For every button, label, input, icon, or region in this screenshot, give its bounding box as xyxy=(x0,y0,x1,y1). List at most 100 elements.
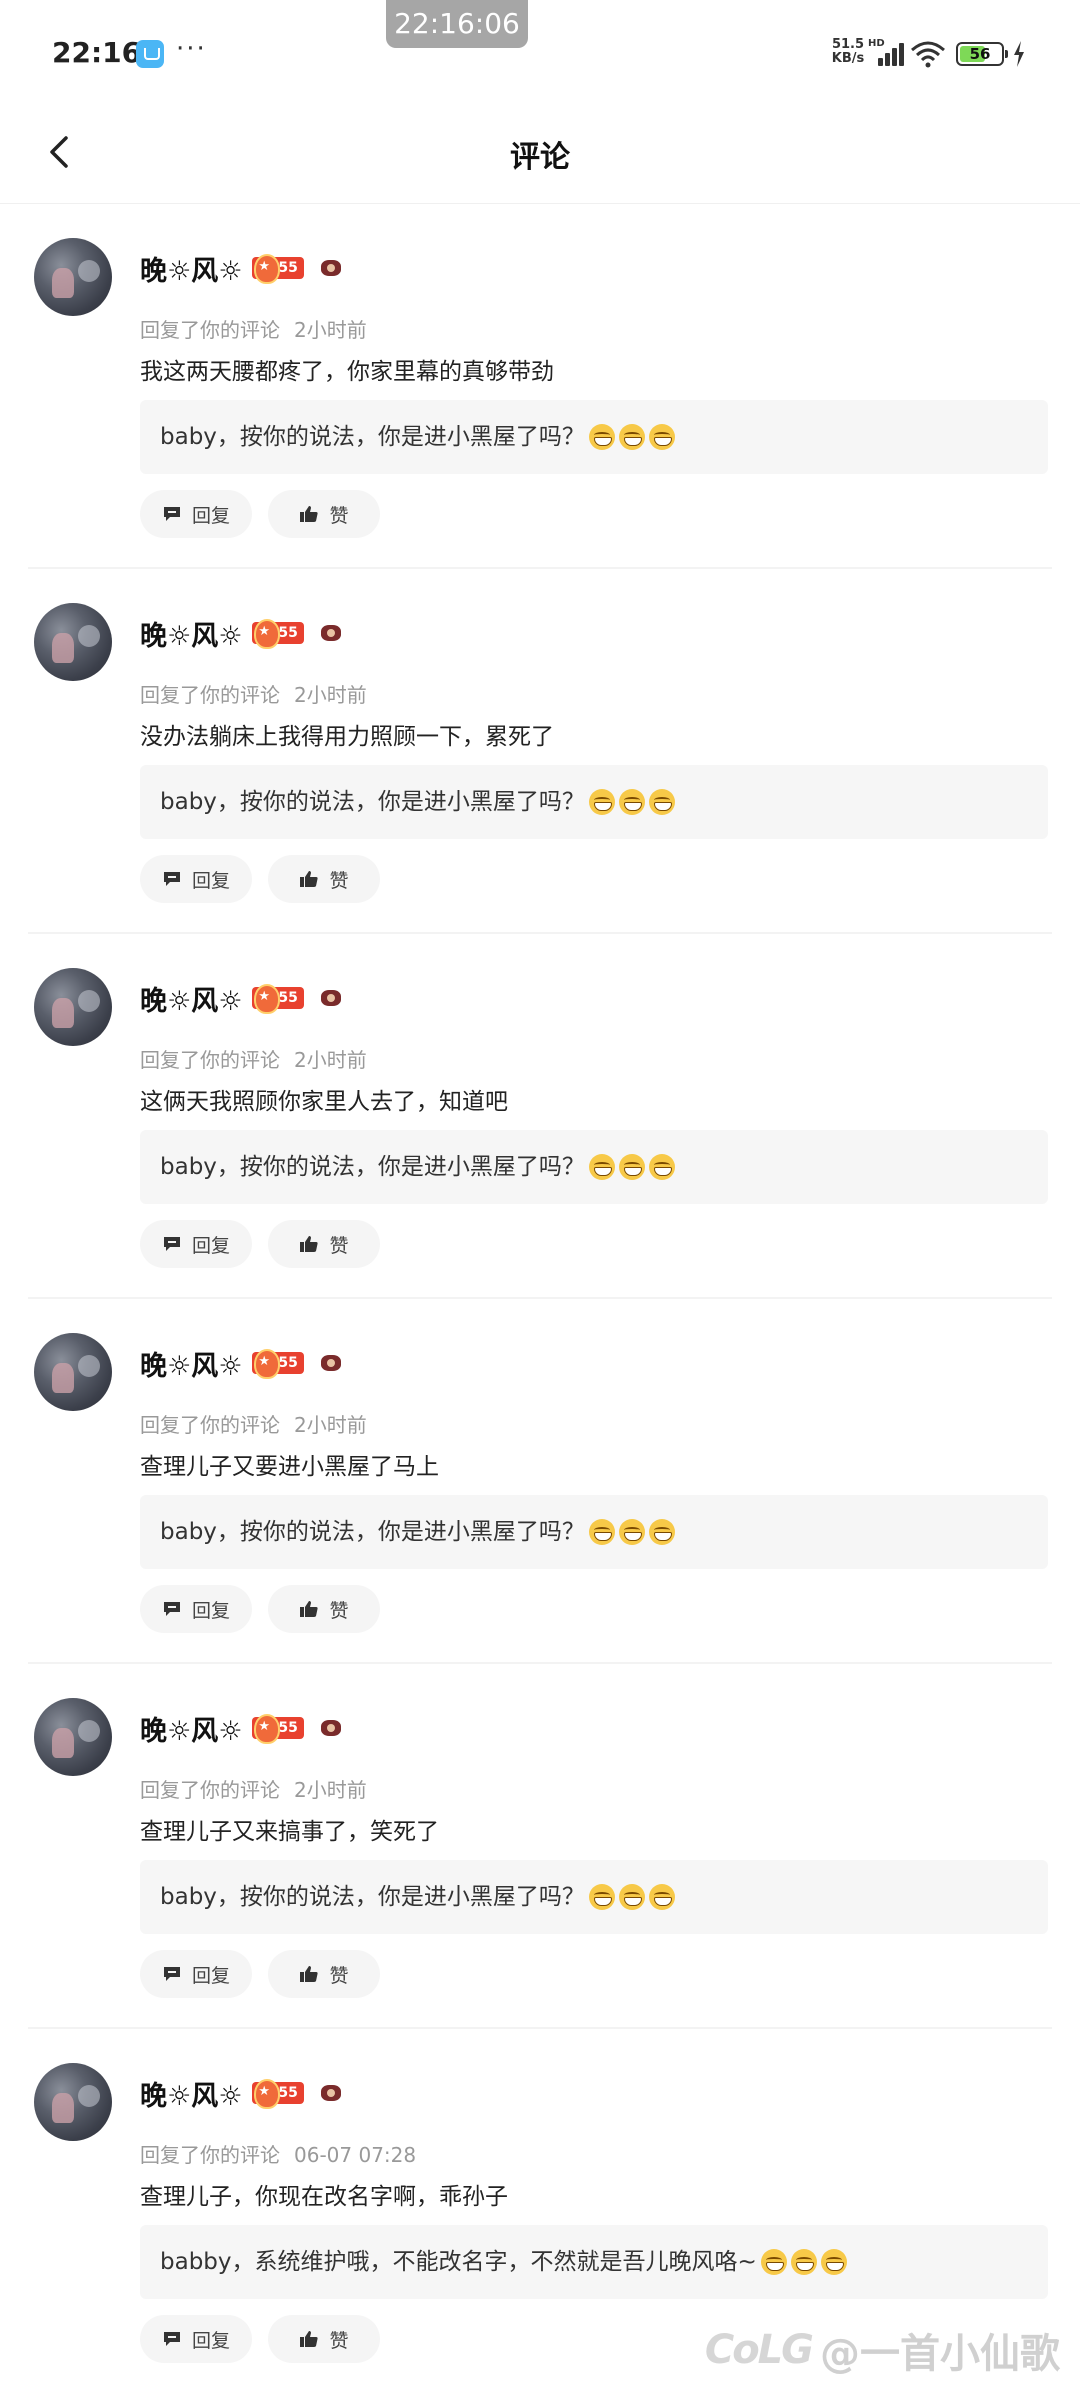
avatar[interactable] xyxy=(34,1333,112,1411)
page-title: 评论 xyxy=(510,140,570,175)
quoted-comment[interactable]: baby，按你的说法，你是进小黑屋了吗？ xyxy=(140,1495,1048,1569)
comment-text: 查理儿子又来搞事了，笑死了 xyxy=(140,1819,439,1845)
quoted-comment[interactable]: baby，按你的说法，你是进小黑屋了吗？ xyxy=(140,400,1048,474)
reply-button[interactable]: 回复 xyxy=(140,1950,252,1998)
quoted-comment[interactable]: baby，按你的说法，你是进小黑屋了吗？ xyxy=(140,1860,1048,1934)
level-badge: 55 xyxy=(252,1714,304,1744)
thumbs-up-icon xyxy=(300,1966,319,1982)
reply-icon xyxy=(163,2332,180,2346)
grin-emoji-icon xyxy=(588,1884,615,1910)
quoted-comment[interactable]: baby，按你的说法，你是进小黑屋了吗？ xyxy=(140,1130,1048,1204)
comment-actions: 回复 赞 xyxy=(140,1585,396,1633)
reply-button[interactable]: 回复 xyxy=(140,1585,252,1633)
grin-emoji-icon xyxy=(618,1154,645,1180)
like-button[interactable]: 赞 xyxy=(268,1585,380,1633)
username[interactable]: 晚☼风☼ xyxy=(140,249,242,288)
user-row: 晚☼风☼ 55 xyxy=(140,1343,342,1383)
like-label: 赞 xyxy=(329,1599,349,1622)
comment-item: 晚☼风☼ 55 回复了你的评论 2小时前 没办法躺床上我得用力照顾一下，累死了 b… xyxy=(28,569,1052,934)
network-speed-unit: KB/s xyxy=(831,51,865,66)
grin-emoji-icon xyxy=(588,1154,615,1180)
grin-emoji-icon xyxy=(648,424,675,450)
like-label: 赞 xyxy=(329,504,349,527)
comment-meta: 回复了你的评论 2小时前 xyxy=(140,679,367,708)
comment-meta: 回复了你的评论 2小时前 xyxy=(140,1044,367,1073)
reply-icon xyxy=(163,1602,180,1616)
watermark: CoLG @一首小仙歌 xyxy=(705,2321,1060,2379)
avatar[interactable] xyxy=(34,2063,112,2141)
watermark-text: @一首小仙歌 xyxy=(820,2331,1060,2377)
quoted-text: baby，按你的说法，你是进小黑屋了吗？ xyxy=(160,1519,585,1545)
status-time: 22:16 xyxy=(52,36,142,69)
reply-button[interactable]: 回复 xyxy=(140,855,252,903)
user-row: 晚☼风☼ 55 xyxy=(140,1708,342,1748)
comment-item: 晚☼风☼ 55 回复了你的评论 2小时前 我这两天腰都疼了，你家里幕的真够带劲 b… xyxy=(28,204,1052,569)
like-button[interactable]: 赞 xyxy=(268,2315,380,2363)
username[interactable]: 晚☼风☼ xyxy=(140,979,242,1018)
hd-label: HD xyxy=(868,38,885,49)
like-button[interactable]: 赞 xyxy=(268,490,380,538)
level-badge: 55 xyxy=(252,254,304,284)
username[interactable]: 晚☼风☼ xyxy=(140,1344,242,1383)
reply-label: 回复 xyxy=(191,1599,230,1622)
user-row: 晚☼风☼ 55 xyxy=(140,613,342,653)
reply-notice: 回复了你的评论 xyxy=(140,1048,280,1072)
grin-emoji-icon xyxy=(618,424,645,450)
watermark-logo: CoLG xyxy=(704,2327,814,2373)
reply-label: 回复 xyxy=(191,1964,230,1987)
more-notifications-icon: ··· xyxy=(176,34,207,64)
like-label: 赞 xyxy=(329,1964,349,1987)
like-label: 赞 xyxy=(329,2329,349,2352)
avatar[interactable] xyxy=(34,1698,112,1776)
battery-icon: 56 xyxy=(956,42,1008,66)
comment-time: 2小时前 xyxy=(294,318,367,342)
comment-time: 2小时前 xyxy=(294,683,367,707)
grin-emoji-icon xyxy=(648,1519,675,1545)
reply-button[interactable]: 回复 xyxy=(140,490,252,538)
like-button[interactable]: 赞 xyxy=(268,1220,380,1268)
username[interactable]: 晚☼风☼ xyxy=(140,1709,242,1748)
grin-emoji-icon xyxy=(588,1519,615,1545)
avatar[interactable] xyxy=(34,238,112,316)
reply-notice: 回复了你的评论 xyxy=(140,683,280,707)
reply-label: 回复 xyxy=(191,1234,230,1257)
header: 评论 xyxy=(0,100,1080,204)
medal-icon xyxy=(320,1718,342,1738)
comment-actions: 回复 赞 xyxy=(140,490,396,538)
battery-level: 56 xyxy=(969,45,991,63)
reply-notice: 回复了你的评论 xyxy=(140,1778,280,1802)
avatar[interactable] xyxy=(34,603,112,681)
thumbs-up-icon xyxy=(300,506,319,522)
comment-time: 06-07 07:28 xyxy=(294,2143,417,2167)
avatar[interactable] xyxy=(34,968,112,1046)
reply-button[interactable]: 回复 xyxy=(140,2315,252,2363)
comment-text: 没办法躺床上我得用力照顾一下，累死了 xyxy=(140,724,554,750)
reply-label: 回复 xyxy=(191,869,230,892)
username[interactable]: 晚☼风☼ xyxy=(140,614,242,653)
medal-icon xyxy=(320,1353,342,1373)
reply-notice: 回复了你的评论 xyxy=(140,318,280,342)
like-label: 赞 xyxy=(329,869,349,892)
level-badge: 55 xyxy=(252,1349,304,1379)
reply-icon xyxy=(163,1967,180,1981)
reply-icon xyxy=(163,1237,180,1251)
quoted-comment[interactable]: baby，按你的说法，你是进小黑屋了吗？ xyxy=(140,765,1048,839)
app-notification-icon xyxy=(136,40,164,68)
like-button[interactable]: 赞 xyxy=(268,1950,380,1998)
username[interactable]: 晚☼风☼ xyxy=(140,2074,242,2113)
quoted-text: baby，按你的说法，你是进小黑屋了吗？ xyxy=(160,789,585,815)
comment-time: 2小时前 xyxy=(294,1413,367,1437)
level-badge: 55 xyxy=(252,984,304,1014)
like-button[interactable]: 赞 xyxy=(268,855,380,903)
comment-actions: 回复 赞 xyxy=(140,1220,396,1268)
reply-label: 回复 xyxy=(191,504,230,527)
grin-emoji-icon xyxy=(618,1519,645,1545)
user-row: 晚☼风☼ 55 xyxy=(140,2073,342,2113)
comment-meta: 回复了你的评论 2小时前 xyxy=(140,1774,367,1803)
reply-button[interactable]: 回复 xyxy=(140,1220,252,1268)
medal-icon xyxy=(320,258,342,278)
comment-text: 这俩天我照顾你家里人去了，知道吧 xyxy=(140,1089,508,1115)
thumbs-up-icon xyxy=(300,871,319,887)
user-row: 晚☼风☼ 55 xyxy=(140,248,342,288)
quoted-comment[interactable]: babby，系统维护哦，不能改名字，不然就是吾儿晚风咯~ xyxy=(140,2225,1048,2299)
